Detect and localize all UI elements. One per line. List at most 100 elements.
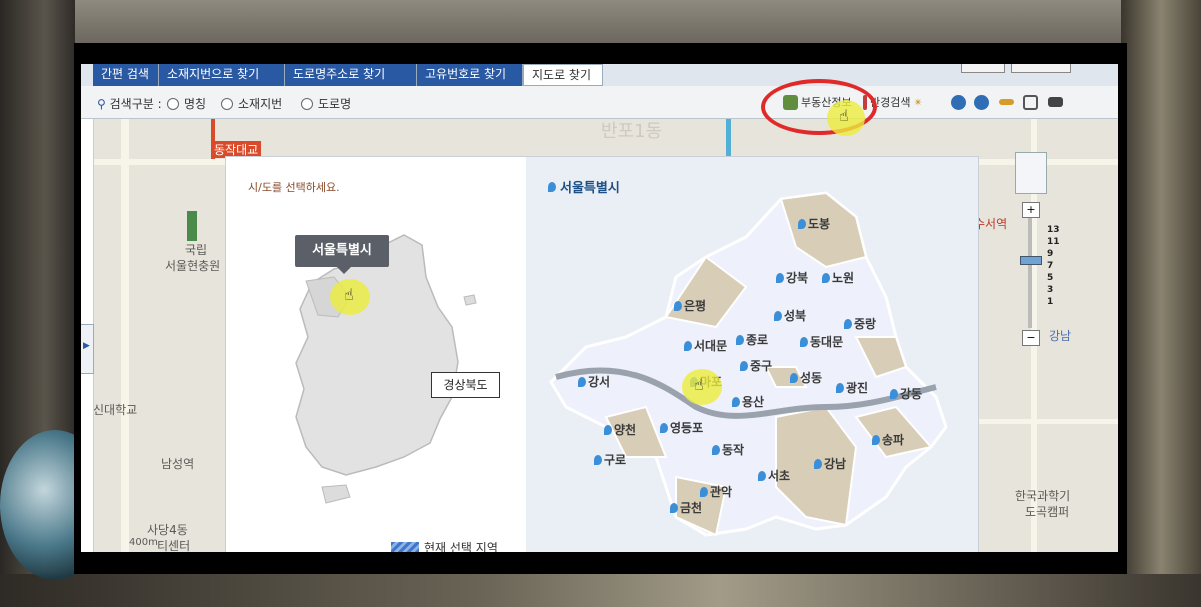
radio-lot[interactable]: 소재지번 — [221, 95, 282, 112]
district-1[interactable]: 강북 — [776, 269, 808, 286]
map-label-cemetery: 서울현충원 — [165, 259, 221, 273]
location-pin-icon — [732, 396, 740, 407]
location-pin-icon — [700, 486, 708, 497]
map-label-national: 국립 — [185, 243, 208, 257]
map-label-university: 신대학교 — [93, 403, 138, 417]
district-4[interactable]: 성북 — [774, 307, 806, 324]
location-pin-icon — [836, 382, 844, 393]
district-10[interactable]: 성동 — [790, 369, 822, 386]
location-pin-icon — [844, 318, 852, 329]
search-icon: ⚲ — [97, 97, 106, 111]
district-21[interactable]: 서초 — [758, 467, 790, 484]
location-pin-icon — [800, 336, 808, 347]
korea-mainland[interactable] — [295, 234, 459, 476]
tab-road-address-search[interactable]: 도로명주소로 찾기 — [285, 64, 417, 86]
district-9[interactable]: 중구 — [740, 357, 772, 374]
tooltip-gyeongbuk: 경상북도 — [431, 372, 500, 398]
seoul-district-map — [549, 191, 948, 537]
zoom-plus-button[interactable]: + — [1022, 202, 1040, 218]
search-type-label: ⚲ 검색구분 : — [97, 95, 162, 112]
tab-simple-search[interactable]: 간편 검색 — [93, 64, 159, 86]
location-pin-icon — [776, 272, 784, 283]
location-pin-icon — [814, 458, 822, 469]
zoom-in-tool[interactable] — [951, 94, 966, 110]
location-pin-icon — [604, 424, 612, 435]
district-5[interactable]: 중랑 — [844, 315, 876, 332]
measure-icon: ✴ — [913, 95, 923, 109]
map-label-banpo: 반포1동 — [601, 121, 663, 142]
chevron-right-icon: ▶ — [83, 341, 90, 351]
district-16[interactable]: 양천 — [604, 421, 636, 438]
district-8[interactable]: 동대문 — [800, 333, 843, 350]
tab-lot-search[interactable]: 소재지번으로 찾기 — [159, 64, 285, 86]
search-type-text: 검색구분 : — [109, 97, 162, 111]
search-type-bar: ⚲ 검색구분 : 명칭 소재지번 도로명 부동산정보 반경검색 ✴ — [81, 86, 1118, 119]
district-14[interactable]: 용산 — [732, 393, 764, 410]
map-label-center: 티센터 — [157, 539, 191, 552]
side-panel-toggle[interactable]: ▶ — [81, 324, 94, 374]
district-22[interactable]: 강남 — [814, 455, 846, 472]
monument-icon — [187, 211, 197, 241]
location-pin-icon — [674, 300, 682, 311]
district-24[interactable]: 금천 — [670, 499, 702, 516]
map-scale: 400m — [129, 537, 158, 548]
district-7[interactable]: 서대문 — [684, 337, 727, 354]
zoom-slider-handle[interactable] — [1020, 256, 1042, 265]
zoom-minus-button[interactable]: − — [1022, 330, 1040, 346]
hand-cursor-icon-2: ☝ — [694, 375, 704, 394]
distance-tool[interactable] — [999, 94, 1014, 110]
area-icon — [1023, 94, 1038, 110]
radio-name[interactable]: 명칭 — [167, 95, 206, 112]
zoom-out-tool[interactable] — [974, 94, 989, 110]
district-23[interactable]: 관악 — [700, 483, 732, 500]
region-jeju[interactable] — [321, 484, 351, 504]
zoom-level-labels: 13 11 9 753 1 — [1047, 225, 1060, 307]
location-pin-icon — [578, 376, 586, 387]
radio-road[interactable]: 도로명 — [301, 95, 351, 112]
tab-map-search[interactable]: 지도로 찾기 — [523, 64, 603, 86]
top-button-1[interactable] — [961, 64, 1005, 73]
district-20[interactable]: 구로 — [594, 451, 626, 468]
region-select-popup: 시/도를 선택하세요. ☝ 서울특별시 경상북도 현재 선택 지역 서울특별시 — [225, 156, 979, 552]
location-pin-icon — [798, 218, 806, 229]
location-pin-icon — [872, 434, 880, 445]
district-18[interactable]: 송파 — [872, 431, 904, 448]
location-pin-icon — [594, 454, 602, 465]
location-pin-icon — [736, 334, 744, 345]
tooltip-seoul: 서울특별시 — [295, 235, 389, 274]
location-pin-icon — [822, 272, 830, 283]
location-pin-icon — [758, 470, 766, 481]
area-tool[interactable] — [1023, 94, 1038, 110]
region-ulleung[interactable] — [463, 294, 477, 306]
hand-cursor-icon: ☝ — [344, 285, 354, 304]
print-tool[interactable] — [1048, 94, 1063, 110]
zoom-out-icon — [974, 94, 989, 110]
location-pin-icon — [774, 310, 782, 321]
district-11[interactable]: 광진 — [836, 379, 868, 396]
korea-map — [295, 234, 477, 504]
district-6[interactable]: 종로 — [736, 331, 768, 348]
district-17[interactable]: 영등포 — [660, 419, 703, 436]
tab-bar: 간편 검색 소재지번으로 찾기 도로명주소로 찾기 고유번호로 찾기 지도로 찾… — [81, 64, 1118, 86]
zoom-track[interactable] — [1028, 218, 1032, 328]
map-label-kaist: 한국과학기 — [1015, 489, 1071, 503]
location-pin-icon — [684, 340, 692, 351]
district-3[interactable]: 은평 — [674, 297, 706, 314]
district-19[interactable]: 동작 — [712, 441, 744, 458]
background-base — [0, 574, 1201, 607]
district-2[interactable]: 노원 — [822, 269, 854, 286]
background-wall — [0, 0, 1201, 44]
map-label-sadang: 사당4동 — [147, 523, 188, 537]
location-pin-icon — [660, 422, 668, 433]
top-button-2[interactable] — [1011, 64, 1071, 73]
district-15[interactable]: 강동 — [890, 385, 922, 402]
seoul-map-panel: 서울특별시 도봉강북노원은평성북중랑종로서대문동대문중구성동광진강서마포용산강동… — [526, 157, 978, 552]
korea-overview-button[interactable] — [1015, 152, 1047, 194]
map-label-dogok: 도곡캠퍼 — [1025, 505, 1070, 519]
tab-unique-number-search[interactable]: 고유번호로 찾기 — [417, 64, 523, 86]
korea-map-panel: 시/도를 선택하세요. ☝ 서울특별시 경상북도 현재 선택 지역 — [226, 157, 526, 552]
district-12[interactable]: 강서 — [578, 373, 610, 390]
zoom-control: + − 13 11 9 753 1 — [1015, 152, 1060, 352]
ruler-icon — [999, 99, 1014, 105]
district-0[interactable]: 도봉 — [798, 215, 830, 232]
